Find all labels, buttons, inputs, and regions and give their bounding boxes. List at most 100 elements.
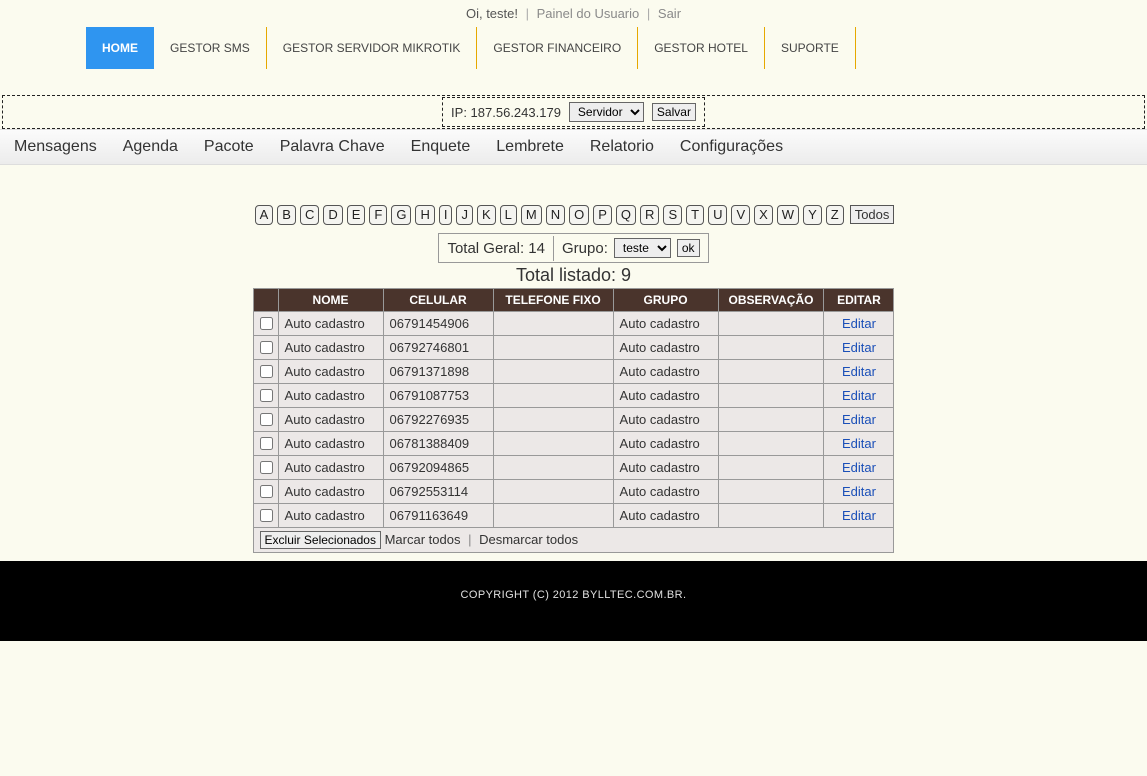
subnav-lembrete[interactable]: Lembrete — [496, 138, 564, 156]
save-button[interactable]: Salvar — [652, 103, 696, 121]
row-checkbox[interactable] — [260, 485, 273, 498]
edit-link[interactable]: Editar — [842, 388, 876, 403]
table-actions: Excluir Selecionados Marcar todos | Desm… — [253, 528, 894, 553]
edit-link[interactable]: Editar — [842, 484, 876, 499]
table-row: Auto cadastro06792094865Auto cadastroEdi… — [253, 456, 894, 480]
edit-link[interactable]: Editar — [842, 316, 876, 331]
subnav-configuracoes[interactable]: Configurações — [680, 138, 783, 156]
alpha-letter-g[interactable]: G — [391, 205, 411, 225]
alpha-letter-k[interactable]: K — [477, 205, 496, 225]
alpha-letter-o[interactable]: O — [569, 205, 589, 225]
cell-nome: Auto cadastro — [278, 312, 383, 336]
edit-link[interactable]: Editar — [842, 364, 876, 379]
col-checkbox — [253, 289, 278, 312]
cell-celular: 06791454906 — [383, 312, 493, 336]
alpha-letter-e[interactable]: E — [347, 205, 366, 225]
alpha-letter-z[interactable]: Z — [826, 205, 844, 225]
subnav-mensagens[interactable]: Mensagens — [14, 138, 97, 156]
alpha-letter-r[interactable]: R — [640, 205, 659, 225]
cell-nome: Auto cadastro — [278, 336, 383, 360]
nav-suporte[interactable]: SUPORTE — [765, 27, 856, 69]
alpha-letter-n[interactable]: N — [546, 205, 565, 225]
nav-gestor-mikrotik[interactable]: GESTOR SERVIDOR MIKROTIK — [267, 27, 478, 69]
col-nome: NOME — [278, 289, 383, 312]
row-checkbox[interactable] — [260, 365, 273, 378]
table-row: Auto cadastro06791454906Auto cadastroEdi… — [253, 312, 894, 336]
cell-telefone — [493, 336, 613, 360]
cell-grupo: Auto cadastro — [613, 480, 718, 504]
subnav-enquete[interactable]: Enquete — [411, 138, 471, 156]
cell-telefone — [493, 432, 613, 456]
alpha-letter-i[interactable]: I — [439, 205, 453, 225]
ip-label: IP: 187.56.243.179 — [451, 105, 561, 120]
alpha-letter-b[interactable]: B — [277, 205, 296, 225]
total-listed: Total listado: 9 — [0, 265, 1147, 286]
ip-bar-wrap: IP: 187.56.243.179 Servidor Salvar — [2, 95, 1145, 129]
alpha-letter-f[interactable]: F — [369, 205, 387, 225]
alpha-letter-u[interactable]: U — [708, 205, 727, 225]
alpha-letter-v[interactable]: V — [731, 205, 750, 225]
edit-link[interactable]: Editar — [842, 412, 876, 427]
ip-box: IP: 187.56.243.179 Servidor Salvar — [442, 97, 705, 127]
ok-button[interactable]: ok — [677, 239, 700, 257]
row-checkbox[interactable] — [260, 317, 273, 330]
nav-gestor-sms[interactable]: GESTOR SMS — [154, 27, 267, 69]
table-row: Auto cadastro06792276935Auto cadastroEdi… — [253, 408, 894, 432]
nav-gestor-financeiro[interactable]: GESTOR FINANCEIRO — [477, 27, 638, 69]
alpha-letter-s[interactable]: S — [663, 205, 682, 225]
alpha-letter-p[interactable]: P — [593, 205, 612, 225]
alpha-letter-x[interactable]: X — [754, 205, 773, 225]
cell-celular: 06792746801 — [383, 336, 493, 360]
table-row: Auto cadastro06792553114Auto cadastroEdi… — [253, 480, 894, 504]
table-row: Auto cadastro06792746801Auto cadastroEdi… — [253, 336, 894, 360]
logout-link[interactable]: Sair — [658, 6, 681, 21]
row-checkbox[interactable] — [260, 341, 273, 354]
delete-selected-button[interactable]: Excluir Selecionados — [260, 531, 381, 549]
cell-celular: 06791087753 — [383, 384, 493, 408]
footer: COPYRIGHT (C) 2012 BYLLTEC.COM.BR. — [0, 561, 1147, 641]
alpha-letter-m[interactable]: M — [521, 205, 542, 225]
subnav-relatorio[interactable]: Relatorio — [590, 138, 654, 156]
cell-observacao — [718, 360, 824, 384]
alpha-letter-h[interactable]: H — [415, 205, 434, 225]
row-checkbox[interactable] — [260, 509, 273, 522]
alpha-letter-l[interactable]: L — [500, 205, 517, 225]
row-checkbox[interactable] — [260, 389, 273, 402]
alpha-letter-y[interactable]: Y — [803, 205, 822, 225]
user-panel-link[interactable]: Painel do Usuario — [537, 6, 640, 21]
edit-link[interactable]: Editar — [842, 340, 876, 355]
row-checkbox[interactable] — [260, 437, 273, 450]
subnav-agenda[interactable]: Agenda — [123, 138, 178, 156]
mark-all-link[interactable]: Marcar todos — [385, 532, 461, 547]
alpha-letter-d[interactable]: D — [323, 205, 342, 225]
server-select[interactable]: Servidor — [569, 102, 644, 122]
alpha-letter-j[interactable]: J — [456, 205, 473, 225]
unmark-all-link[interactable]: Desmarcar todos — [479, 532, 578, 547]
cell-grupo: Auto cadastro — [613, 456, 718, 480]
content: ABCDEFGHIJKLMNOPQRSTUVXWYZ Todos Total Ge… — [0, 165, 1147, 561]
cell-celular: 06792094865 — [383, 456, 493, 480]
alpha-letter-q[interactable]: Q — [616, 205, 636, 225]
nav-gestor-hotel[interactable]: GESTOR HOTEL — [638, 27, 765, 69]
alpha-letter-a[interactable]: A — [255, 205, 274, 225]
alpha-letter-t[interactable]: T — [686, 205, 704, 225]
alpha-letter-c[interactable]: C — [300, 205, 319, 225]
alpha-todos[interactable]: Todos — [850, 205, 895, 224]
grupo-select[interactable]: teste — [614, 238, 671, 258]
cell-nome: Auto cadastro — [278, 504, 383, 528]
edit-link[interactable]: Editar — [842, 436, 876, 451]
alpha-filter: ABCDEFGHIJKLMNOPQRSTUVXWYZ Todos — [0, 205, 1147, 225]
row-checkbox[interactable] — [260, 413, 273, 426]
col-editar: EDITAR — [824, 289, 894, 312]
summary-row: Total Geral: 14 Grupo: teste ok — [438, 233, 708, 263]
subnav-pacote[interactable]: Pacote — [204, 138, 254, 156]
edit-link[interactable]: Editar — [842, 508, 876, 523]
separator: | — [464, 532, 475, 547]
nav-home[interactable]: HOME — [86, 27, 154, 69]
edit-link[interactable]: Editar — [842, 460, 876, 475]
cell-observacao — [718, 408, 824, 432]
cell-nome: Auto cadastro — [278, 432, 383, 456]
row-checkbox[interactable] — [260, 461, 273, 474]
alpha-letter-w[interactable]: W — [777, 205, 799, 225]
subnav-palavra-chave[interactable]: Palavra Chave — [280, 138, 385, 156]
